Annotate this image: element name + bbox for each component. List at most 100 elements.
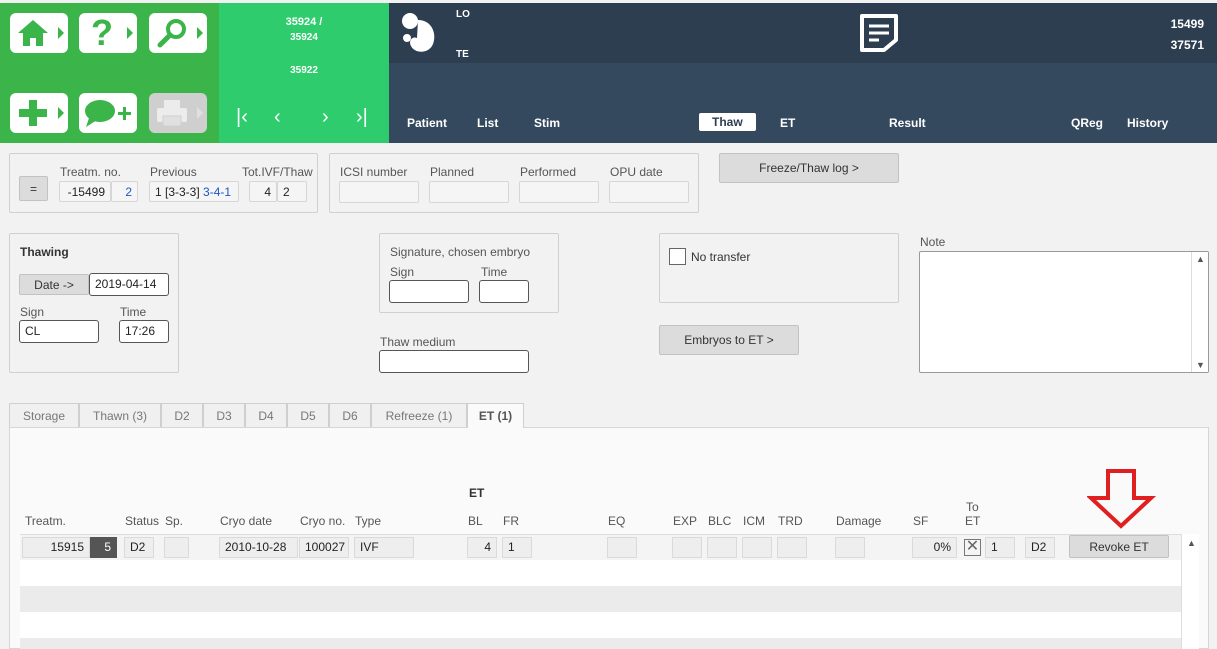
col-eq: EQ <box>608 514 626 528</box>
help-button[interactable]: ? <box>79 13 137 53</box>
thaw-time-field[interactable]: 17:26 <box>119 320 169 343</box>
col-to-et-2: ET <box>965 514 981 528</box>
tab-result[interactable]: Result <box>889 116 926 130</box>
thaw-date-field[interactable]: 2019-04-14 <box>89 273 169 296</box>
subtab-d4[interactable]: D4 <box>245 403 287 427</box>
home-icon <box>18 20 48 46</box>
col-blc: BLC <box>708 514 732 528</box>
row-day[interactable]: D2 <box>1025 537 1055 558</box>
col-sp: Sp. <box>165 514 184 528</box>
table-scroll-up-icon[interactable]: ▲ <box>1187 538 1196 548</box>
date-button[interactable]: Date -> <box>19 274 89 295</box>
tab-stim[interactable]: Stim <box>534 116 560 130</box>
thaw-sign-field[interactable]: CL <box>19 320 99 343</box>
subtab-d6[interactable]: D6 <box>329 403 371 427</box>
sig-sign-label: Sign <box>390 265 415 279</box>
row-treatm[interactable]: 15915 <box>22 537 90 558</box>
subtab-et[interactable]: ET (1) <box>467 403 524 428</box>
subtab-refreeze[interactable]: Refreeze (1) <box>371 403 467 427</box>
col-cryo-no: Cryo no. <box>300 514 346 528</box>
row-sf[interactable]: 0% <box>912 537 957 558</box>
table-row-empty <box>20 638 1181 649</box>
first-record-icon[interactable]: |‹ <box>236 106 248 129</box>
row-sp[interactable] <box>164 537 189 558</box>
scroll-down-icon[interactable]: ▼ <box>1196 360 1205 370</box>
tab-thaw[interactable]: Thaw <box>699 113 756 131</box>
prev-record-icon[interactable]: ‹ <box>274 106 281 129</box>
subtab-d5[interactable]: D5 <box>287 403 329 427</box>
home-button[interactable] <box>10 13 68 53</box>
sig-sign-field[interactable] <box>389 280 469 303</box>
thaw-medium-field[interactable] <box>379 350 529 373</box>
col-treatm: Treatm. <box>25 514 66 528</box>
row-icm[interactable] <box>742 537 772 558</box>
row-status[interactable]: D2 <box>124 537 154 558</box>
no-transfer-checkbox[interactable] <box>669 248 686 265</box>
col-status: Status <box>125 514 160 528</box>
row-exp[interactable] <box>672 537 702 558</box>
treatm-count[interactable]: 2 <box>111 181 138 202</box>
col-icm: ICM <box>743 514 765 528</box>
opu-label: OPU date <box>610 165 663 179</box>
add-comment-button[interactable] <box>79 93 137 133</box>
sig-time-field[interactable] <box>479 280 529 303</box>
printer-icon <box>157 100 187 127</box>
planned-field[interactable] <box>429 181 509 203</box>
previous-field[interactable]: 1 [3-3-3] 3-4-1 <box>149 181 239 202</box>
row-blc[interactable] <box>707 537 737 558</box>
add-button[interactable] <box>10 93 68 133</box>
print-button[interactable] <box>149 93 207 133</box>
row-bl[interactable]: 4 <box>467 537 497 558</box>
tab-patient[interactable]: Patient <box>407 116 447 130</box>
revoke-et-button[interactable]: Revoke ET <box>1069 535 1169 558</box>
subtab-thawn[interactable]: Thawn (3) <box>79 403 161 427</box>
tab-list[interactable]: List <box>477 116 498 130</box>
table-scrollbar[interactable]: ▲ <box>1181 534 1199 649</box>
thaw-sign-label: Sign <box>20 305 45 319</box>
row-eq[interactable] <box>607 537 637 558</box>
sig-time-label: Time <box>481 265 508 279</box>
record-sub: 35924 <box>290 32 318 43</box>
row-damage[interactable] <box>835 537 865 558</box>
equal-button[interactable]: = <box>19 176 48 201</box>
search-button[interactable] <box>149 13 207 53</box>
row-cryo-date[interactable]: 2010-10-28 <box>219 537 298 558</box>
col-exp: EXP <box>673 514 698 528</box>
thawing-title: Thawing <box>20 245 69 259</box>
tot-thaw-field[interactable]: 2 <box>277 181 307 202</box>
row-trd[interactable] <box>777 537 807 558</box>
icsi-field[interactable] <box>339 181 419 203</box>
no-transfer-label: No transfer <box>691 250 751 264</box>
tab-qreg[interactable]: QReg <box>1071 116 1103 130</box>
freeze-log-button[interactable]: Freeze/Thaw log > <box>719 153 899 183</box>
col-bl: BL <box>468 514 483 528</box>
row-to-et-count[interactable]: 1 <box>985 537 1015 558</box>
note-scrollbar[interactable]: ▲ ▼ <box>1191 252 1208 372</box>
row-fr[interactable]: 1 <box>502 537 532 558</box>
tot-ivf-field[interactable]: 4 <box>249 181 277 202</box>
note-label: Note <box>920 235 946 249</box>
embryos-to-et-button[interactable]: Embryos to ET > <box>659 325 799 355</box>
signature-title: Signature, chosen embryo <box>390 245 531 259</box>
tab-history[interactable]: History <box>1127 116 1168 130</box>
last-record-icon[interactable]: ›| <box>356 106 368 129</box>
scroll-up-icon[interactable]: ▲ <box>1196 254 1205 264</box>
note-textarea[interactable]: ▲ ▼ <box>919 251 1209 373</box>
subtab-d2[interactable]: D2 <box>161 403 203 427</box>
row-num[interactable]: 5 <box>90 537 117 558</box>
row-type[interactable]: IVF <box>354 537 414 558</box>
performed-field[interactable] <box>519 181 599 203</box>
subtab-d3[interactable]: D3 <box>203 403 245 427</box>
subtab-storage[interactable]: Storage <box>9 403 79 427</box>
to-et-checkbox[interactable]: ✕ <box>964 539 981 556</box>
note-icon[interactable] <box>858 12 900 54</box>
thaw-time-label: Time <box>120 305 147 319</box>
next-record-icon[interactable]: › <box>322 106 329 129</box>
treatm-field[interactable]: -15499 <box>59 181 111 202</box>
tab-et[interactable]: ET <box>780 116 795 130</box>
opu-field[interactable] <box>609 181 689 203</box>
col-damage: Damage <box>836 514 882 528</box>
annotation-arrow-icon <box>1087 469 1157 529</box>
record-top: 35924 / <box>285 16 323 28</box>
row-cryo-no[interactable]: 100027 <box>299 537 349 558</box>
